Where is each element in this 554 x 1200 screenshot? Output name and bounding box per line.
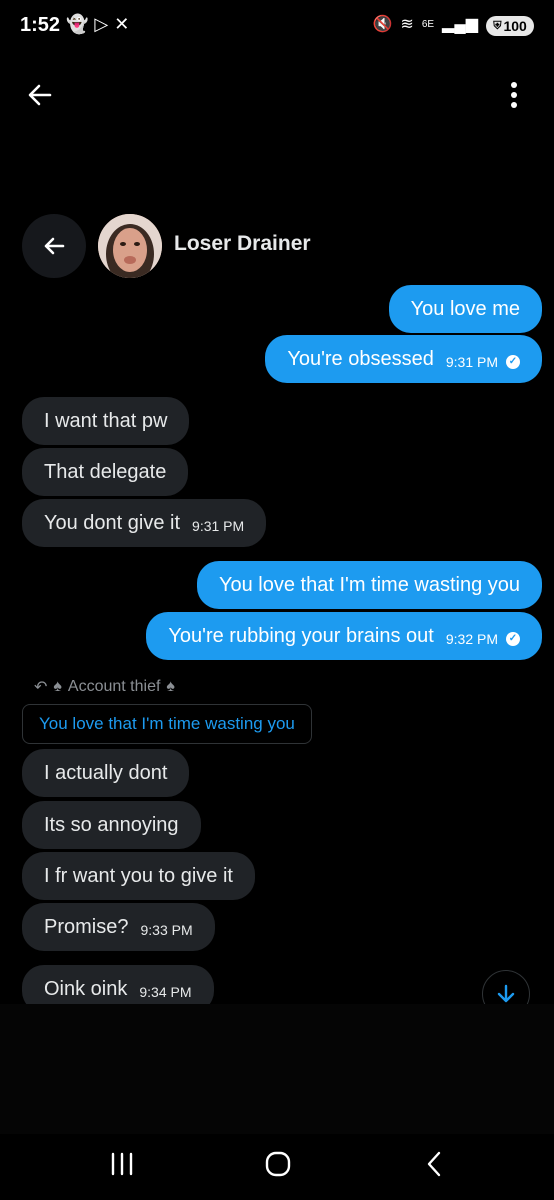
wifi-icon: ≋ <box>400 16 414 33</box>
message-bubble[interactable]: You love me <box>388 285 542 333</box>
header-back-button[interactable] <box>22 214 86 278</box>
message-bubble[interactable]: I fr want you to give it <box>22 852 255 900</box>
message-bubble[interactable]: You're rubbing your brains out 9:32 PM ✓ <box>146 612 542 660</box>
message-text: Promise? <box>44 915 129 938</box>
message-text: You dont give it <box>44 511 181 534</box>
message-text: I actually dont <box>44 761 168 784</box>
reply-author: Account thief <box>67 678 161 695</box>
message-bubble[interactable]: You love that I'm time wasting you <box>196 561 542 609</box>
message-text: Oink oink <box>44 977 128 1000</box>
missed-call-icon: ✕ <box>114 14 136 34</box>
spade-icon: ♠ <box>166 678 175 695</box>
battery-level: 100 <box>503 18 527 34</box>
message-text: You're obsessed <box>287 347 434 370</box>
status-icons-right: 🔇 ≋ 6E ▂▄▆ <box>372 14 478 34</box>
avatar-image <box>98 214 162 278</box>
scroll-to-bottom-button[interactable] <box>482 970 530 1004</box>
avatar[interactable] <box>98 214 162 278</box>
status-time: 1:52 <box>20 14 61 36</box>
message-text: You love me <box>410 297 520 320</box>
composer-area <box>0 1004 554 1134</box>
arrow-left-icon <box>28 84 52 106</box>
message-text: I fr want you to give it <box>44 864 233 887</box>
vertical-dots-icon <box>511 82 517 108</box>
message-bubble[interactable]: Its so annoying <box>22 801 201 849</box>
quoted-text: You love that I'm time wasting you <box>39 714 295 733</box>
more-options-button[interactable] <box>494 75 534 115</box>
message-clip: Oink oink 9:34 PM <box>0 960 554 1004</box>
read-check-icon: ✓ <box>506 355 520 369</box>
message-text: I want that pw <box>44 409 168 432</box>
message-text: You're rubbing your brains out <box>168 624 434 647</box>
message-text: You love that I'm time wasting you <box>218 573 520 596</box>
quoted-message[interactable]: You love that I'm time wasting you <box>22 704 312 744</box>
message-time: 9:31 PM <box>192 518 245 534</box>
network-label: 6E <box>421 18 435 30</box>
reply-arrow-icon: ↶ <box>34 679 48 696</box>
shield-icon: ⛨ <box>493 19 502 32</box>
status-icons-left: 👻▷✕ <box>66 14 135 35</box>
home-button[interactable] <box>258 1144 298 1184</box>
message-bubble[interactable]: Oink oink 9:34 PM <box>22 965 214 1004</box>
back-button[interactable] <box>20 75 60 115</box>
chevron-left-icon <box>427 1151 441 1177</box>
message-time: 9:31 PM <box>445 354 498 370</box>
recent-apps-button[interactable] <box>102 1144 142 1184</box>
contact-name[interactable]: Loser Drainer <box>174 232 311 256</box>
message-bubble[interactable]: Promise? 9:33 PM <box>22 903 215 951</box>
message-bubble[interactable]: That delegate <box>22 448 189 496</box>
recent-apps-icon <box>111 1152 133 1176</box>
play-icon: ▷ <box>94 14 115 34</box>
message-time: 9:32 PM <box>445 631 498 647</box>
arrow-left-icon <box>44 237 65 255</box>
message-text: That delegate <box>44 460 167 483</box>
signal-icon: ▂▄▆ <box>442 16 478 33</box>
battery-badge: ⛨ 100 <box>486 16 534 36</box>
read-check-icon: ✓ <box>506 632 520 646</box>
snapchat-icon: 👻 <box>66 14 95 34</box>
message-bubble[interactable]: You dont give it 9:31 PM <box>22 499 267 547</box>
spade-icon: ♠ <box>53 678 62 695</box>
message-bubble[interactable]: I actually dont <box>22 749 190 797</box>
system-back-button[interactable] <box>414 1144 454 1184</box>
home-icon <box>265 1151 291 1177</box>
reply-context-header: ↶ ♠ Account thief ♠ <box>34 677 175 697</box>
conversation-header: Loser Drainer <box>22 214 322 278</box>
arrow-down-icon <box>497 984 515 1003</box>
message-time: 9:33 PM <box>140 922 193 938</box>
message-bubble[interactable]: I want that pw <box>22 397 190 445</box>
message-time: 9:34 PM <box>139 984 192 1000</box>
mute-icon: 🔇 <box>372 16 393 33</box>
message-bubble[interactable]: You're obsessed 9:31 PM ✓ <box>265 335 542 383</box>
message-text: Its so annoying <box>44 813 179 836</box>
